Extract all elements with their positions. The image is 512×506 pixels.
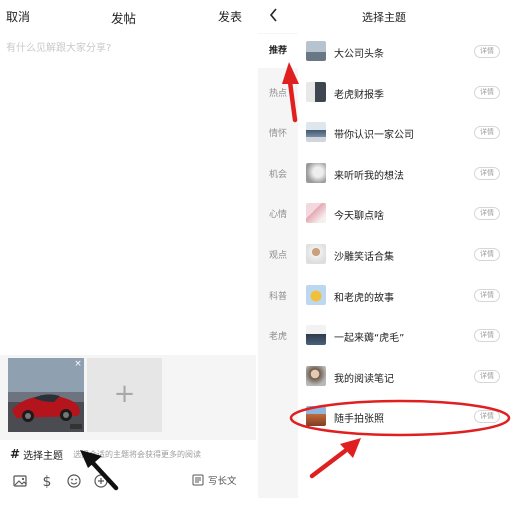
topic-picker-title: 选择主题 — [362, 11, 406, 24]
topic-row[interactable]: 今天聊点啥 详情 — [306, 203, 502, 225]
topic-name: 和老虎的故事 — [334, 293, 394, 304]
category-tab-chances[interactable]: 机会 — [258, 167, 298, 180]
topic-row[interactable]: 来听听我的想法 详情 — [306, 163, 502, 185]
topic-detail-button[interactable]: 详情 — [474, 289, 500, 302]
long-article-button[interactable]: 写长文 — [192, 473, 237, 487]
page-title: 发帖 — [111, 11, 137, 26]
topic-detail-button[interactable]: 详情 — [474, 86, 500, 99]
category-tab-opinions[interactable]: 观点 — [258, 248, 298, 261]
long-article-label: 写长文 — [208, 476, 237, 487]
topic-hint-text: 选择合适的主题将会获得更多的阅读 — [73, 449, 202, 459]
topic-row[interactable]: 带你认识一家公司 详情 — [306, 122, 502, 144]
hash-icon: # — [10, 447, 21, 461]
category-tab-feelings[interactable]: 情怀 — [258, 126, 298, 139]
car-photo-icon — [8, 358, 84, 432]
topic-row[interactable]: 随手拍张照 详情 — [306, 406, 502, 428]
topic-detail-button[interactable]: 详情 — [474, 248, 500, 261]
topic-name: 随手拍张照 — [334, 414, 384, 425]
topic-thumbnail-icon — [306, 122, 326, 142]
topic-name: 沙雕笑话合集 — [334, 252, 394, 263]
topic-name: 一起来薅“虎毛” — [334, 333, 405, 344]
remove-image-icon[interactable]: × — [73, 359, 83, 369]
document-icon — [192, 474, 204, 486]
category-tab-science[interactable]: 科普 — [258, 289, 298, 302]
svg-text:$: $ — [43, 474, 52, 489]
topic-row[interactable]: 大公司头条 详情 — [306, 41, 502, 63]
publish-button[interactable]: 发表 — [218, 8, 242, 25]
topic-detail-button[interactable]: 详情 — [474, 126, 500, 139]
topic-thumbnail-icon — [306, 41, 326, 61]
topic-name: 来听听我的想法 — [334, 171, 404, 182]
category-tab-recommended[interactable]: 推荐 — [258, 34, 298, 68]
topic-thumbnail-icon — [306, 285, 326, 305]
topic-detail-button[interactable]: 详情 — [474, 370, 500, 383]
topic-thumbnail-icon — [306, 406, 326, 426]
topic-detail-button[interactable]: 详情 — [474, 167, 500, 180]
topic-name: 我的阅读笔记 — [334, 374, 394, 385]
add-image-button[interactable]: + — [87, 358, 162, 432]
topic-detail-button[interactable]: 详情 — [474, 410, 500, 423]
post-content-input[interactable]: 有什么见解跟大家分享? — [6, 39, 111, 54]
image-icon[interactable] — [12, 473, 28, 489]
emoji-icon[interactable] — [66, 473, 82, 489]
topic-name: 带你认识一家公司 — [334, 130, 414, 141]
topic-thumbnail-icon — [306, 244, 326, 264]
back-chevron-icon[interactable] — [268, 8, 280, 22]
topic-picker-panel: 选择主题 推荐 热点 情怀 机会 心情 观点 科普 老虎 大公司头条 详情 老虎… — [258, 0, 512, 506]
category-sidebar — [258, 33, 298, 498]
add-circle-icon[interactable] — [93, 473, 109, 489]
dollar-icon[interactable]: $ — [39, 473, 55, 489]
topic-thumbnail-icon — [306, 203, 326, 223]
topic-detail-button[interactable]: 详情 — [474, 45, 500, 58]
select-topic-row[interactable]: # 选择主题 选择合适的主题将会获得更多的阅读 — [10, 447, 202, 462]
topic-thumbnail-icon — [306, 82, 326, 102]
category-tab-hot[interactable]: 热点 — [258, 86, 298, 99]
topic-name: 老虎财报季 — [334, 90, 384, 101]
topic-row[interactable]: 一起来薅“虎毛” 详情 — [306, 325, 502, 347]
attached-image-thumbnail[interactable] — [8, 358, 84, 432]
topic-thumbnail-icon — [306, 366, 326, 386]
topic-row[interactable]: 我的阅读笔记 详情 — [306, 366, 502, 388]
topic-row[interactable]: 和老虎的故事 详情 — [306, 285, 502, 307]
category-tab-mood[interactable]: 心情 — [258, 207, 298, 220]
topic-name: 大公司头条 — [334, 49, 384, 60]
topic-row[interactable]: 沙雕笑话合集 详情 — [306, 244, 502, 266]
editor-toolbar: $ 写长文 — [0, 469, 256, 495]
select-topic-label: 选择主题 — [23, 450, 64, 462]
topic-thumbnail-icon — [306, 325, 326, 345]
topic-detail-button[interactable]: 详情 — [474, 207, 500, 220]
topic-thumbnail-icon — [306, 163, 326, 183]
topic-name: 今天聊点啥 — [334, 211, 384, 222]
post-editor-panel: 取消 发帖 发表 有什么见解跟大家分享? × + # 选择主题 选择合适的主题将… — [0, 0, 256, 506]
category-tab-tiger[interactable]: 老虎 — [258, 329, 298, 342]
topic-row[interactable]: 老虎财报季 详情 — [306, 82, 502, 104]
cancel-button[interactable]: 取消 — [6, 8, 30, 25]
topic-detail-button[interactable]: 详情 — [474, 329, 500, 342]
